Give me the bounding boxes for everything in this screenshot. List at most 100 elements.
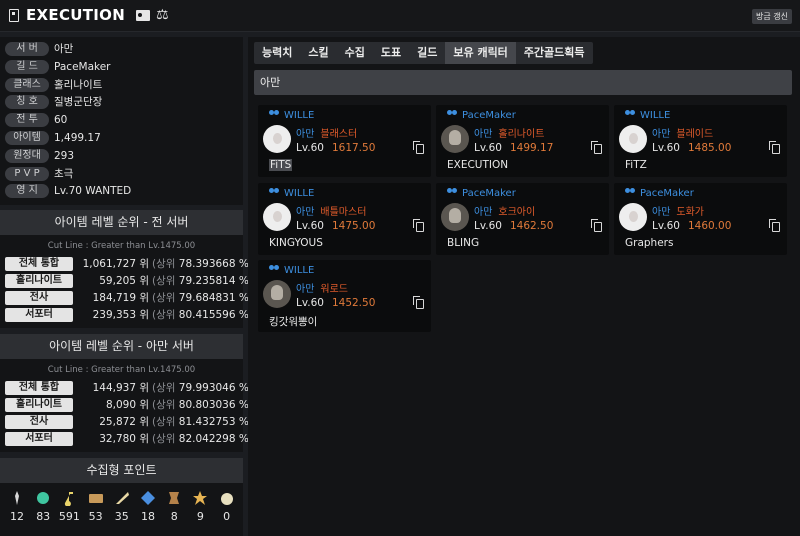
copy-icon[interactable] bbox=[413, 218, 424, 232]
character-card[interactable]: PaceMaker 아만 호크아이 Lv.60 1462.50 BLING bbox=[436, 182, 609, 255]
ranking-label: 전사 bbox=[5, 291, 73, 305]
ranking-title: 아이템 레벨 순위 - 아만 서버 bbox=[0, 334, 243, 359]
ranking-row: 서포터 32,780 위(상위 82.042298 %) bbox=[5, 432, 253, 446]
profile-label: 원정대 bbox=[5, 148, 49, 163]
character-nickname: Graphers bbox=[625, 236, 674, 249]
character-guild: WILLE bbox=[269, 265, 314, 276]
character-card[interactable]: WILLE 아만 블래스터 Lv.60 1617.50 FiTS bbox=[258, 105, 431, 177]
ranking-label: 전체 통합 bbox=[5, 257, 73, 271]
character-server: 아만 bbox=[652, 129, 671, 140]
profile-value: 질병군단장 bbox=[54, 96, 103, 109]
id-card-icon[interactable] bbox=[136, 10, 150, 21]
percentile-open: (상위 bbox=[152, 399, 179, 411]
character-card[interactable]: WILLE 아만 워로드 Lv.60 1452.50 킹갓워뽕이 bbox=[258, 260, 431, 332]
scale-icon[interactable]: ⚖ bbox=[156, 8, 169, 22]
ranking-label: 전사 bbox=[5, 415, 73, 429]
percentile-value: 79.235814 % bbox=[178, 275, 249, 287]
character-card[interactable]: WILLE 아만 배틀마스터 Lv.60 1475.00 KINGYOUS bbox=[258, 182, 431, 255]
tab-3[interactable]: 도표 bbox=[373, 42, 409, 64]
seed-icon bbox=[220, 493, 233, 505]
profile-row: P V P 초극 bbox=[5, 166, 240, 182]
group-icon bbox=[269, 265, 280, 273]
tab-4[interactable]: 길드 bbox=[409, 42, 445, 64]
feather-icon bbox=[115, 492, 129, 504]
collect-count: 591 bbox=[58, 510, 80, 523]
percentile-value: 80.415596 % bbox=[178, 309, 249, 321]
profile-label: 서 버 bbox=[5, 42, 49, 56]
ranking-value: 32,780 위 bbox=[99, 433, 149, 445]
character-class: 아만 호크아이 bbox=[474, 203, 535, 218]
group-icon bbox=[625, 110, 636, 118]
collect-item[interactable]: 0 bbox=[215, 490, 239, 530]
percentile-value: 79.684831 % bbox=[178, 292, 249, 304]
class-name: 도화가 bbox=[676, 206, 705, 218]
item-level: 1462.50 bbox=[509, 219, 554, 232]
ranking-all-servers: 아이템 레벨 순위 - 전 서버 Cut Line : Greater than… bbox=[0, 210, 253, 328]
copy-icon[interactable] bbox=[413, 296, 424, 309]
island-heart-icon bbox=[15, 491, 19, 505]
character-card[interactable]: PaceMaker 아만 홀리나이트 Lv.60 1499.17 EXECUTION bbox=[436, 105, 609, 177]
collect-item[interactable]: 8 bbox=[162, 490, 186, 530]
character-server: 아만 bbox=[652, 206, 671, 218]
profile-row: 클래스 홀리나이트 bbox=[5, 77, 240, 93]
tab-2[interactable]: 수집 bbox=[337, 42, 373, 64]
avatar bbox=[441, 125, 469, 153]
ranking-row: 전체 통합 144,937 위(상위 79.993046 %) bbox=[5, 381, 253, 395]
profile-value: 아만 bbox=[54, 43, 74, 55]
ranking-server: 아이템 레벨 순위 - 아만 서버 Cut Line : Greater tha… bbox=[0, 334, 253, 452]
refresh-button[interactable]: 방금 갱신 bbox=[752, 9, 792, 24]
copy-icon[interactable] bbox=[591, 141, 602, 154]
collect-count: 8 bbox=[170, 510, 178, 523]
percentile-value: 78.393668 % bbox=[178, 258, 249, 270]
ranking-value: 239,353 위 bbox=[92, 309, 149, 321]
class-name: 블레이드 bbox=[676, 129, 714, 140]
character-card[interactable]: PaceMaker 아만 도화가 Lv.60 1460.00 Graphers bbox=[614, 182, 787, 255]
percentile-open: (상위 bbox=[152, 416, 179, 428]
character-server: 아만 bbox=[474, 206, 493, 218]
copy-icon[interactable] bbox=[591, 218, 602, 232]
avatar bbox=[441, 202, 469, 231]
guild-name: WILLE bbox=[284, 187, 315, 199]
collect-item[interactable]: 591 bbox=[57, 490, 81, 530]
collect-item[interactable]: 35 bbox=[110, 490, 134, 530]
character-class: 아만 배틀마스터 bbox=[296, 203, 366, 218]
percentile-open: (상위 bbox=[152, 309, 179, 321]
item-level: 1617.50 bbox=[331, 142, 376, 154]
item-level: 1485.00 bbox=[687, 142, 732, 154]
copy-icon[interactable] bbox=[769, 141, 780, 154]
copy-icon[interactable] bbox=[769, 218, 780, 232]
character-nickname: EXECUTION bbox=[447, 159, 509, 171]
art-icon bbox=[88, 494, 103, 503]
guild-name: PaceMaker bbox=[462, 110, 516, 121]
character-level: Lv.60 1475.00 bbox=[296, 220, 375, 232]
profile-label: 클래스 bbox=[5, 77, 49, 92]
ranking-percentile: (상위 79.684831 %) bbox=[152, 291, 253, 305]
character-level: Lv.60 1617.50 bbox=[296, 142, 375, 154]
level-value: Lv.60 bbox=[652, 219, 680, 232]
tab-6[interactable]: 주간골드획득 bbox=[516, 42, 593, 64]
collect-item[interactable]: 53 bbox=[84, 490, 108, 530]
ranking-title: 아이템 레벨 순위 - 전 서버 bbox=[0, 210, 243, 235]
tab-5[interactable]: 보유 캐릭터 bbox=[445, 42, 516, 64]
character-class: 아만 워로드 bbox=[296, 280, 348, 295]
ranking-value: 59,205 위 bbox=[99, 275, 149, 287]
collect-count: 18 bbox=[141, 510, 155, 523]
collect-item[interactable]: 9 bbox=[188, 490, 212, 530]
collect-item[interactable]: 83 bbox=[31, 490, 55, 530]
tab-0[interactable]: 능력치 bbox=[254, 42, 300, 64]
percentile-value: 82.042298 % bbox=[178, 433, 249, 445]
group-icon bbox=[625, 187, 636, 196]
guild-name: WILLE bbox=[284, 110, 315, 121]
collect-count: 53 bbox=[88, 510, 103, 523]
collect-count: 12 bbox=[10, 510, 24, 523]
collect-item[interactable]: 12 bbox=[5, 490, 29, 530]
character-guild: PaceMaker bbox=[447, 110, 516, 121]
character-card[interactable]: WILLE 아만 블레이드 Lv.60 1485.00 FiTZ bbox=[614, 105, 787, 177]
note-icon bbox=[65, 492, 74, 506]
copy-icon[interactable] bbox=[413, 141, 424, 154]
profile-label: 영 지 bbox=[5, 184, 49, 199]
tab-1[interactable]: 스킬 bbox=[300, 42, 336, 64]
orb-icon bbox=[37, 492, 50, 504]
level-value: Lv.60 bbox=[474, 142, 502, 154]
collect-item[interactable]: 18 bbox=[136, 490, 160, 530]
